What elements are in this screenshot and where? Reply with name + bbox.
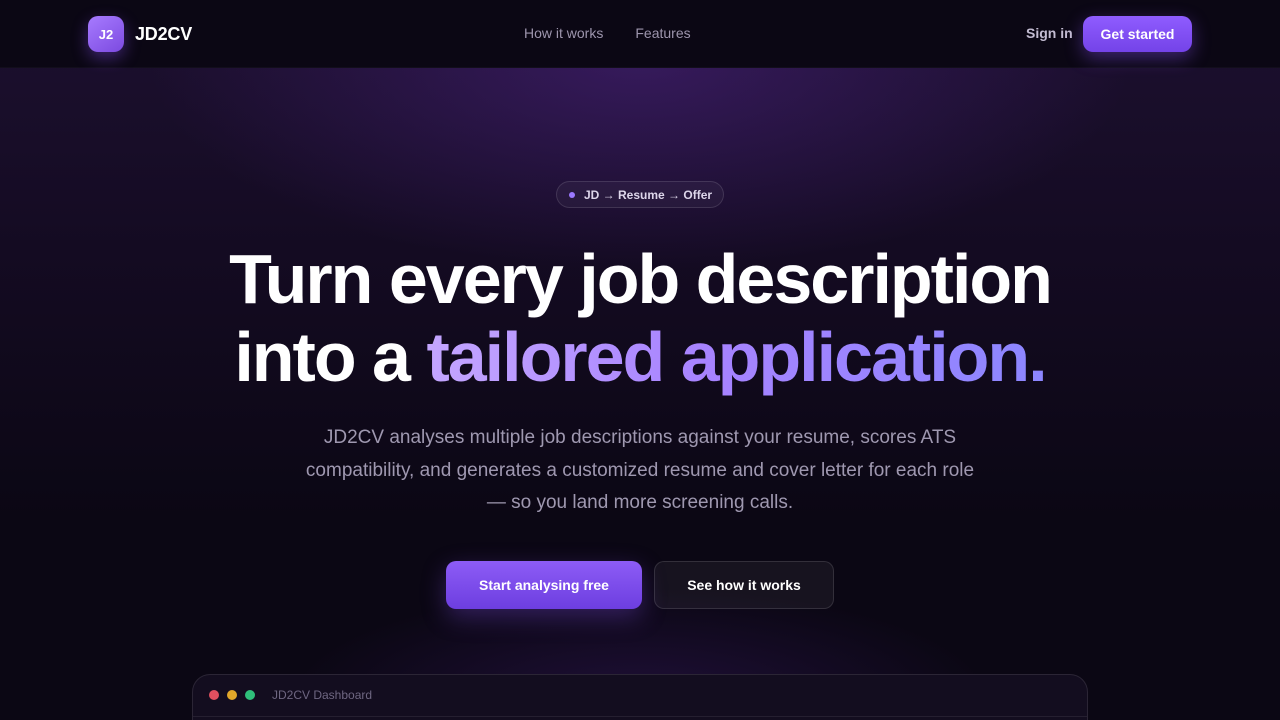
- nav-link-features[interactable]: Features: [635, 25, 690, 41]
- headline-line-2-plain: into a: [234, 318, 427, 396]
- get-started-button[interactable]: Get started: [1083, 16, 1192, 52]
- tagline-text: JD → Resume → Offer: [584, 187, 713, 202]
- dashboard-window-bar: JD2CV Dashboard: [193, 675, 1087, 717]
- window-minimize-dot-icon: [227, 690, 237, 700]
- window-close-dot-icon: [209, 690, 219, 700]
- window-maximize-dot-icon: [245, 690, 255, 700]
- dashboard-title: JD2CV Dashboard: [272, 688, 373, 702]
- logo-icon: J2: [88, 16, 124, 52]
- top-navbar: J2 JD2CV How it works Features Sign in G…: [0, 0, 1280, 68]
- hero-headline: Turn every job description into a tailor…: [0, 240, 1280, 396]
- sign-in-link[interactable]: Sign in: [1026, 25, 1073, 41]
- see-how-it-works-button[interactable]: See how it works: [654, 561, 834, 609]
- brand[interactable]: J2 JD2CV: [88, 16, 192, 52]
- tagline-pill: JD → Resume → Offer: [556, 181, 724, 208]
- brand-name: JD2CV: [135, 23, 193, 44]
- nav-links: How it works Features: [524, 25, 691, 41]
- headline-line-1: Turn every job description: [229, 240, 1053, 318]
- nav-link-how-it-works[interactable]: How it works: [524, 25, 603, 41]
- dot-icon: [569, 191, 575, 198]
- landing-page: J2 JD2CV How it works Features Sign in G…: [0, 0, 1280, 720]
- headline-line-2-accent: tailored application.: [426, 318, 1047, 396]
- hero-subtitle: JD2CV analyses multiple job descriptions…: [305, 427, 975, 513]
- dashboard-preview: JD2CV Dashboard: [192, 674, 1088, 720]
- start-analysing-button[interactable]: Start analysing free: [446, 561, 642, 609]
